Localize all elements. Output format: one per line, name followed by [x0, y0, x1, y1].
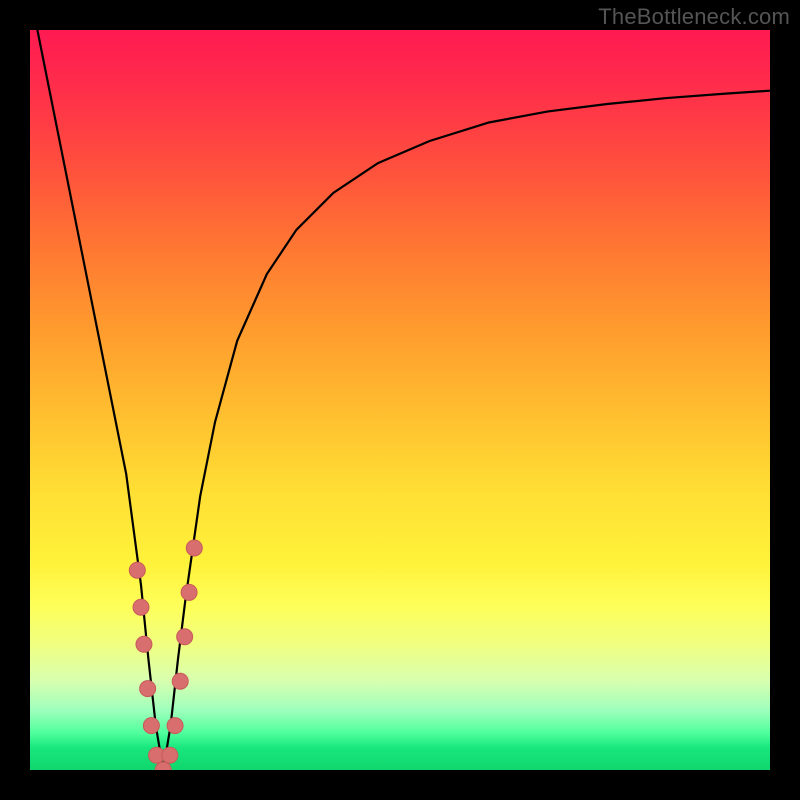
curve-marker: [162, 747, 178, 763]
curve-marker: [167, 718, 183, 734]
curve-marker-group: [129, 540, 202, 770]
bottleneck-curve-svg: [30, 30, 770, 770]
plot-area: [30, 30, 770, 770]
curve-marker: [133, 599, 149, 615]
watermark-text: TheBottleneck.com: [598, 4, 790, 30]
bottleneck-curve-line: [37, 30, 770, 770]
curve-marker: [177, 629, 193, 645]
curve-marker: [181, 584, 197, 600]
curve-marker: [143, 718, 159, 734]
curve-marker: [129, 562, 145, 578]
curve-marker: [136, 636, 152, 652]
chart-frame: TheBottleneck.com: [0, 0, 800, 800]
curve-marker: [140, 681, 156, 697]
curve-marker: [186, 540, 202, 556]
curve-marker: [172, 673, 188, 689]
